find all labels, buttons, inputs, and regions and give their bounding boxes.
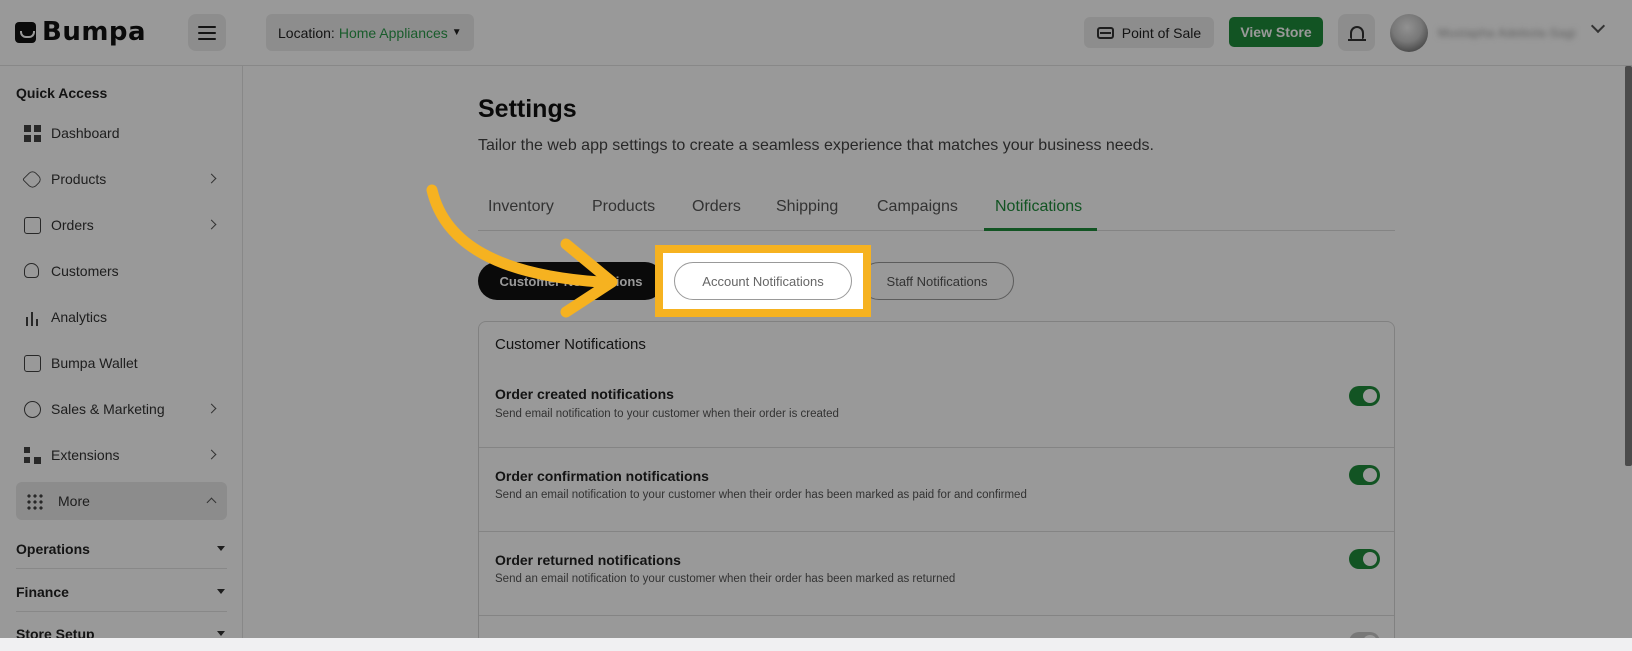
app-window: Bumpa Location: Home Appliances ▼ Point …	[0, 0, 1632, 638]
tutorial-arrow-icon	[426, 184, 618, 318]
